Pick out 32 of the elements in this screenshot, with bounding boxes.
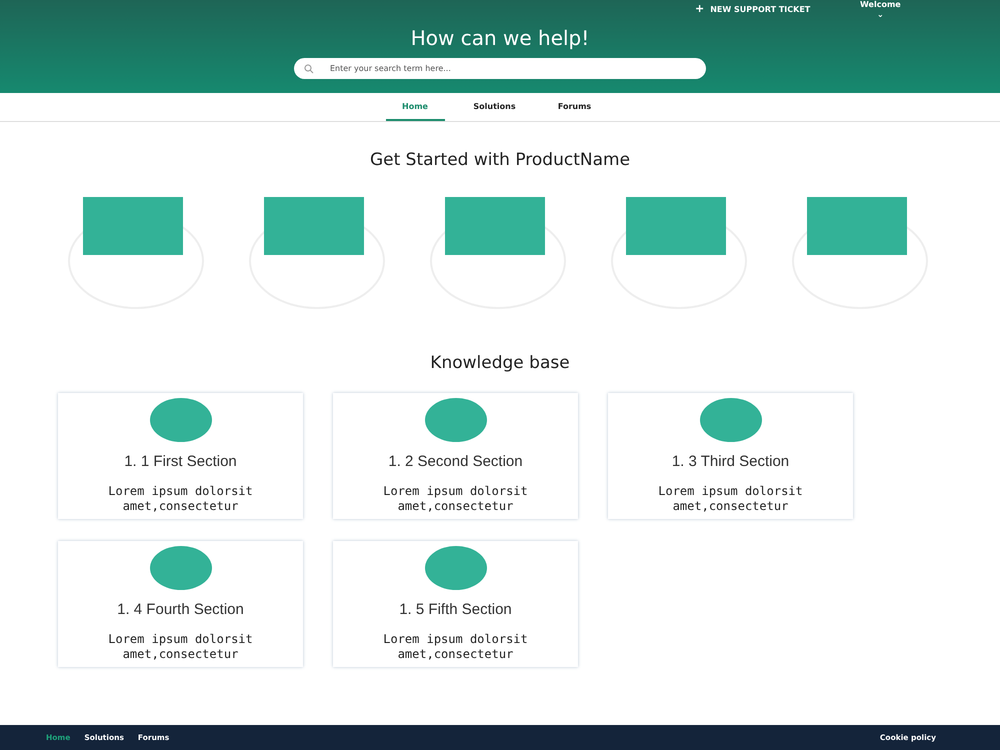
card-text: Lorem ipsum dolorsit amet,consectetur [107, 632, 254, 662]
section-title: Get Started with ProductName [368, 150, 632, 170]
card-title: 1. 1 First Section [124, 453, 237, 470]
section-icon [700, 398, 762, 442]
section-icon [150, 398, 212, 442]
section-title: Knowledge base [429, 353, 571, 373]
search-icon [304, 64, 314, 74]
hero-title: How can we help! [410, 26, 590, 50]
section-card[interactable]: 1. 1 First Section Lorem ipsum dolorsit amet,consectetur [58, 393, 303, 519]
section-card[interactable]: 1. 2 Second Section Lorem ipsum dolorsit amet,consectetur [333, 393, 578, 519]
section-card[interactable]: 1. 3 Third Section Lorem ipsum dolorsit amet,consectetur [608, 393, 853, 519]
card-text: Lorem ipsum dolorsit amet,consectetur [382, 484, 529, 514]
section-card[interactable]: 1. 5 Fifth Section Lorem ipsum dolorsit amet,consectetur [333, 541, 578, 667]
card-title: 1. 5 Fifth Section [399, 601, 512, 618]
new-ticket-link[interactable]: + NEW SUPPORT TICKET [695, 5, 810, 14]
section-icon [150, 546, 212, 590]
card-title: 1. 4 Fourth Section [117, 601, 244, 618]
nav-tab[interactable]: Solutions [444, 93, 544, 121]
card-text: Lorem ipsum dolorsit amet,consectetur [382, 632, 529, 662]
card-text: Lorem ipsum dolorsit amet,consectetur [657, 484, 804, 514]
nav-tab[interactable]: Home [386, 93, 444, 121]
user-menu[interactable]: Welcome ⌄ [860, 0, 901, 20]
nav-tab[interactable]: Forums [544, 93, 604, 121]
card-title: 1. 3 Third Section [672, 453, 790, 470]
card-text: Lorem ipsum dolorsit amet,consectetur [107, 484, 254, 514]
section-icon [424, 546, 486, 590]
new-ticket-label: NEW SUPPORT TICKET [710, 5, 810, 14]
card-title: 1. 2 Second Section [388, 453, 523, 470]
plus-icon: + [695, 5, 704, 14]
section-icon [424, 398, 486, 442]
section-card[interactable]: 1. 4 Fourth Section Lorem ipsum dolorsit amet,consectetur [58, 541, 303, 667]
search-field[interactable]: Enter your search term here... [294, 58, 706, 79]
